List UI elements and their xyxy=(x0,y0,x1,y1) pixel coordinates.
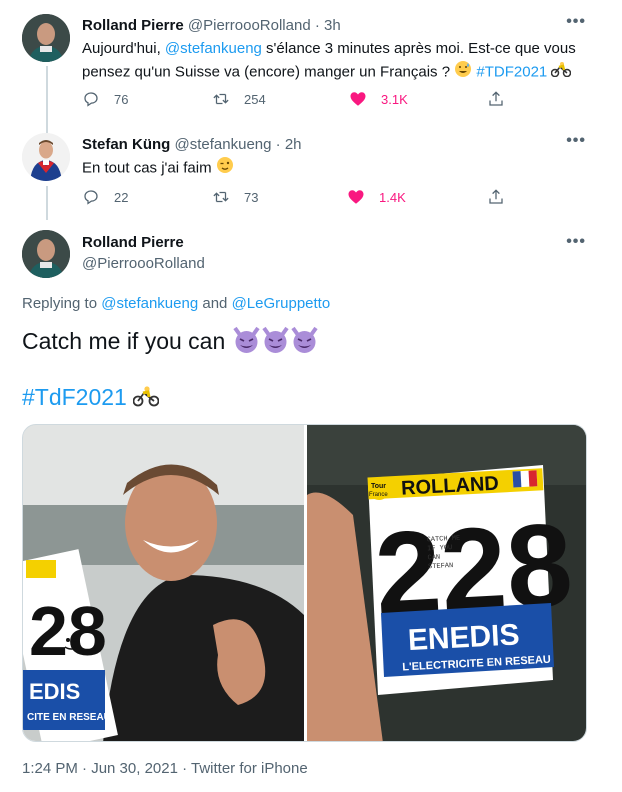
tweet-text: En tout cas j'ai faim xyxy=(82,156,234,181)
cyclist-emoji-icon xyxy=(551,61,572,84)
hashtag-link[interactable]: #TdF2021 xyxy=(22,384,127,410)
main-tweet-text: Catch me if you can xyxy=(22,326,319,360)
thread-line xyxy=(46,186,48,220)
svg-text:France: France xyxy=(369,492,388,498)
share-icon xyxy=(489,189,503,204)
media-photos[interactable]: 28 EDIS CITE EN RESEAU ROLLAND Tour Fran… xyxy=(22,424,587,742)
reply-icon xyxy=(84,92,98,107)
mention-link[interactable]: @LeGruppetto xyxy=(232,295,331,312)
devil-emoji-icon xyxy=(261,326,290,360)
reply-count: 76 xyxy=(114,91,129,107)
tweet-header: Stefan Küng @stefankueng · 2h xyxy=(82,136,302,153)
author-handle[interactable]: @PierroooRolland xyxy=(82,255,205,272)
share-button[interactable] xyxy=(487,188,519,206)
author-name[interactable]: Stefan Küng xyxy=(82,136,170,153)
avatar[interactable] xyxy=(22,133,70,181)
tweet-time[interactable]: · 3h xyxy=(315,17,341,34)
author-handle-block: @PierroooRolland xyxy=(82,255,205,272)
main-hashtag-line: #TdF2021 xyxy=(22,384,160,413)
avatar[interactable] xyxy=(22,230,70,278)
hashtag-link[interactable]: #TDF2021 xyxy=(476,63,547,80)
author-handle[interactable]: @PierroooRolland xyxy=(188,17,311,34)
thread-tweet-1[interactable]: Rolland Pierre @PierroooRolland · 3h •••… xyxy=(0,0,622,120)
retweet-button[interactable]: 254 xyxy=(212,90,266,108)
heart-filled-icon xyxy=(348,190,364,204)
more-horizontal-icon[interactable]: ••• xyxy=(566,132,586,150)
author-name[interactable]: Rolland Pierre xyxy=(82,17,184,34)
replying-to: Replying to @stefankueng and @LeGruppett… xyxy=(22,295,331,312)
devil-emoji-icon xyxy=(290,326,319,360)
tweet-actions: 76 254 3.1K xyxy=(82,90,503,112)
like-button[interactable]: 3.1K xyxy=(349,90,408,108)
thread-line xyxy=(46,66,48,120)
retweet-icon xyxy=(213,93,229,105)
mention-link[interactable]: @stefankueng xyxy=(165,40,262,57)
more-horizontal-icon[interactable]: ••• xyxy=(566,233,586,251)
thread-tweet-2[interactable]: Stefan Küng @stefankueng · 2h ••• En tou… xyxy=(0,120,622,220)
svg-text:STEFAN: STEFAN xyxy=(428,562,454,571)
reply-button[interactable]: 22 xyxy=(82,188,128,206)
svg-text:CITE EN RESEAU: CITE EN RESEAU xyxy=(27,712,111,723)
svg-text:CAN: CAN xyxy=(427,554,440,563)
photo-grid: 28 EDIS CITE EN RESEAU ROLLAND Tour Fran… xyxy=(23,425,587,742)
tweet-header: Rolland Pierre @PierroooRolland · 3h xyxy=(82,17,341,34)
cyclist-emoji-icon xyxy=(132,385,160,413)
reply-icon xyxy=(84,190,98,205)
photo-race-bib[interactable]: ROLLAND Tour France 228 CATCH ME IF YOU … xyxy=(307,425,587,742)
reply-count: 22 xyxy=(114,189,129,205)
like-count: 3.1K xyxy=(381,91,408,107)
reply-button[interactable]: 76 xyxy=(82,90,128,108)
svg-text:EDIS: EDIS xyxy=(29,679,80,704)
tweet-time[interactable]: · 2h xyxy=(276,136,302,153)
author-name-block: Rolland Pierre xyxy=(82,234,184,251)
like-button[interactable]: 1.4K xyxy=(347,188,406,206)
more-horizontal-icon[interactable]: ••• xyxy=(566,13,586,31)
tweet-actions: 22 73 1.4K xyxy=(82,188,503,210)
sweat-smile-emoji-icon xyxy=(454,60,472,85)
avatar[interactable] xyxy=(22,14,70,62)
heart-filled-icon xyxy=(350,92,366,106)
tweet-text: Aujourd'hui, @stefankueng s'élance 3 min… xyxy=(82,38,582,85)
devil-emoji-icon xyxy=(232,326,261,360)
share-button[interactable] xyxy=(487,90,519,108)
thread-line xyxy=(46,120,48,133)
tweet-timestamp[interactable]: 1:24 PM · Jun 30, 2021 · Twitter for iPh… xyxy=(22,760,308,777)
author-handle[interactable]: @stefankueng xyxy=(175,136,272,153)
like-count: 1.4K xyxy=(379,189,406,205)
retweet-count: 254 xyxy=(244,91,266,107)
svg-text:IF YOU: IF YOU xyxy=(427,544,453,553)
retweet-count: 73 xyxy=(244,189,259,205)
svg-text:ENEDIS: ENEDIS xyxy=(407,618,520,657)
author-name[interactable]: Rolland Pierre xyxy=(82,234,184,251)
share-icon xyxy=(489,91,503,106)
svg-text:28: 28 xyxy=(29,592,107,670)
retweet-icon xyxy=(213,191,229,203)
mention-link[interactable]: @stefankueng xyxy=(101,295,198,312)
svg-text:Tour: Tour xyxy=(371,483,386,490)
wink-emoji-icon xyxy=(216,156,234,181)
photo-selfie[interactable]: 28 EDIS CITE EN RESEAU xyxy=(23,425,304,742)
retweet-button[interactable]: 73 xyxy=(212,188,258,206)
